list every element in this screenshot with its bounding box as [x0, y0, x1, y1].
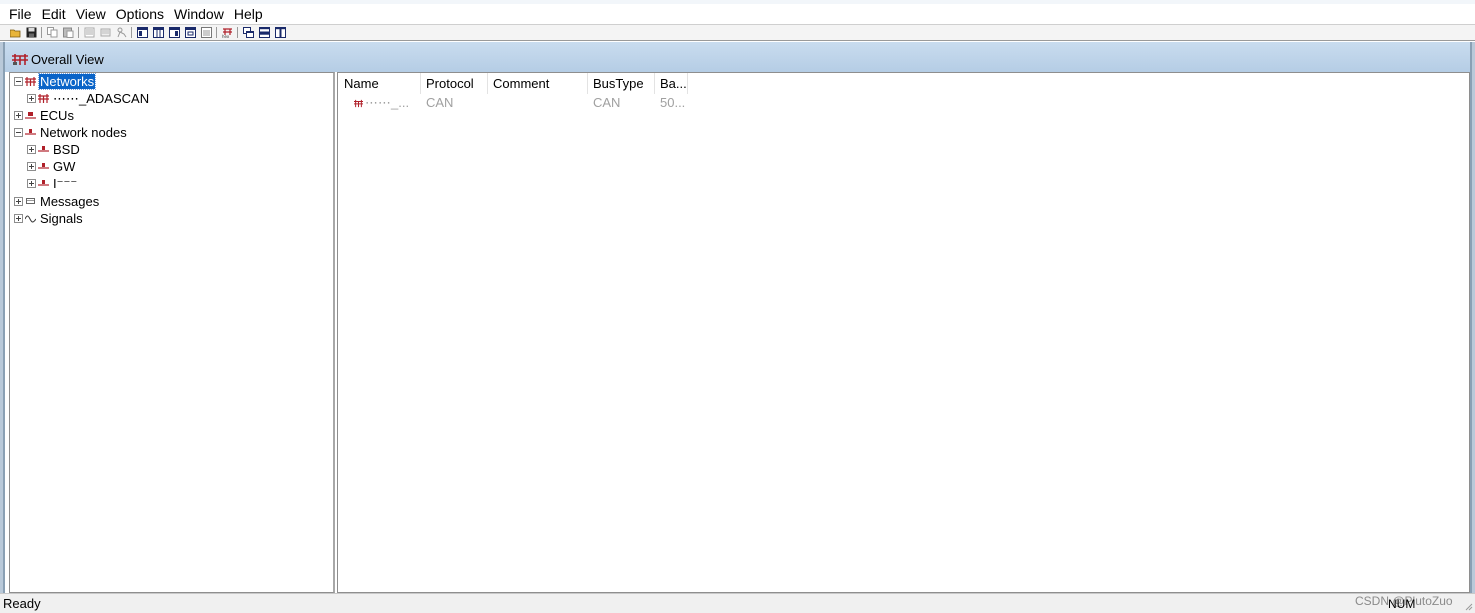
menu-options[interactable]: Options	[111, 5, 169, 23]
tree-label-node-3: I⁻⁻⁻	[53, 175, 78, 191]
cell-protocol: CAN	[426, 95, 454, 110]
toolbar-separator	[41, 27, 42, 38]
tree-item-bsd[interactable]: BSD	[27, 141, 81, 158]
status-num-indicator: NUM	[1388, 597, 1416, 611]
window-title: Overall View	[31, 52, 104, 67]
tree-label-ecus: ECUs	[40, 108, 74, 123]
tree-view[interactable]: Networks ⋯⋯_ADASCAN ECUs Network nodes B	[9, 72, 335, 593]
column-header-baudrate[interactable]: Ba...	[655, 73, 688, 94]
node-icon	[25, 129, 36, 135]
column-header-protocol[interactable]: Protocol	[421, 73, 488, 94]
network-icon	[38, 94, 49, 103]
ecu-icon	[25, 112, 36, 119]
expand-icon[interactable]	[27, 94, 36, 103]
list-header: Name Protocol Comment BusType Ba...	[339, 73, 688, 94]
overall-view-icon	[12, 54, 28, 65]
status-text: Ready	[3, 596, 41, 611]
toolbar-separator	[237, 27, 238, 38]
menu-bar: File Edit View Options Window Help	[0, 0, 1475, 24]
menu-window[interactable]: Window	[169, 5, 229, 23]
tree-item-signals[interactable]: Signals	[14, 210, 84, 227]
column-header-comment[interactable]: Comment	[488, 73, 588, 94]
view-5-icon[interactable]	[199, 27, 213, 39]
signal-wave-icon	[25, 215, 36, 223]
view-4-icon[interactable]	[183, 27, 197, 39]
tree-item-networks[interactable]: Networks	[14, 73, 97, 90]
open-icon[interactable]	[8, 27, 22, 39]
tree-item-network-nodes[interactable]: Network nodes	[14, 124, 128, 141]
tree-label-gw: GW	[53, 159, 76, 174]
toolbar: hex	[0, 24, 1475, 41]
cell-baudrate: 50...	[660, 95, 686, 110]
paste-icon[interactable]	[61, 27, 75, 39]
tree-item-gw[interactable]: GW	[27, 158, 76, 175]
status-bar: Ready CSDN @PlutoZuo NUM	[0, 593, 1475, 613]
menu-help[interactable]: Help	[229, 5, 268, 23]
tile-vertical-icon[interactable]	[273, 27, 287, 39]
resize-grip-icon[interactable]	[1464, 602, 1473, 611]
expand-icon[interactable]	[27, 145, 36, 154]
message-icon	[26, 198, 35, 204]
menu-edit[interactable]: Edit	[37, 5, 71, 23]
window-title-bar[interactable]: Overall View	[5, 42, 1470, 72]
tree-item-messages[interactable]: Messages	[14, 193, 100, 210]
tile-horizontal-icon[interactable]	[257, 27, 271, 39]
tree-label-signals: Signals	[40, 211, 83, 226]
expand-icon[interactable]	[14, 197, 23, 206]
toolbar-separator	[216, 27, 217, 38]
toolbar-separator	[78, 27, 79, 38]
toolbar-separator	[131, 27, 132, 38]
view-1-icon[interactable]	[135, 27, 149, 39]
mdi-client-area: Overall View Networks ⋯⋯_ADASCAN ECUs Ne…	[0, 42, 1475, 593]
node-icon	[38, 163, 49, 169]
collapse-icon[interactable]	[14, 128, 23, 137]
cell-name: ⋯⋯_...	[339, 94, 421, 112]
tree-label-bsd: BSD	[53, 142, 80, 157]
overall-view-window: Overall View Networks ⋯⋯_ADASCAN ECUs Ne…	[3, 42, 1472, 593]
list-icon[interactable]	[98, 27, 112, 39]
tree-label-messages: Messages	[40, 194, 100, 209]
tree-item-network-adascan[interactable]: ⋯⋯_ADASCAN	[27, 90, 150, 107]
tree-item-ecus[interactable]: ECUs	[14, 107, 75, 124]
expand-icon[interactable]	[14, 214, 23, 223]
expand-icon[interactable]	[27, 179, 36, 188]
tree-label-adascan: ⋯⋯_ADASCAN	[53, 90, 150, 106]
tree-label-network-nodes: Network nodes	[40, 125, 127, 140]
expand-icon[interactable]	[27, 162, 36, 171]
detail-list-view[interactable]: Name Protocol Comment BusType Ba... ⋯⋯_.…	[337, 72, 1470, 593]
network-icon	[25, 77, 36, 86]
menu-view[interactable]: View	[71, 5, 111, 23]
menu-file[interactable]: File	[4, 5, 37, 23]
column-header-bustype[interactable]: BusType	[588, 73, 655, 94]
properties-icon[interactable]	[82, 27, 96, 39]
expand-icon[interactable]	[14, 111, 23, 120]
network-icon[interactable]: hex	[220, 27, 234, 39]
cell-bustype: CAN	[593, 95, 621, 110]
copy-icon[interactable]	[45, 27, 59, 39]
print-icon[interactable]	[114, 27, 128, 39]
save-icon[interactable]	[24, 27, 38, 39]
list-row[interactable]: ⋯⋯_... CAN CAN 50...	[339, 94, 688, 112]
collapse-icon[interactable]	[14, 77, 23, 86]
cell-comment	[488, 94, 588, 112]
cascade-icon[interactable]	[241, 27, 255, 39]
column-header-name[interactable]: Name	[339, 73, 421, 94]
node-icon	[38, 180, 49, 186]
svg-text:hex: hex	[222, 34, 230, 38]
view-3-icon[interactable]	[167, 27, 181, 39]
tree-label-networks: Networks	[37, 73, 97, 90]
node-icon	[38, 146, 49, 152]
view-2-icon[interactable]	[151, 27, 165, 39]
network-icon	[354, 99, 363, 107]
tree-item-node-3[interactable]: I⁻⁻⁻	[27, 175, 78, 192]
cell-name-text: ⋯⋯_...	[365, 95, 410, 110]
